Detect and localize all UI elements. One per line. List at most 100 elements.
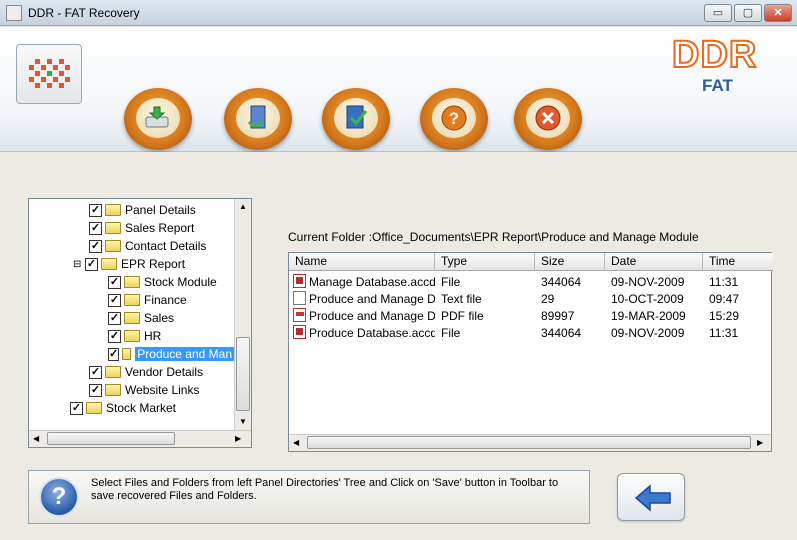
file-time: 11:31 — [709, 275, 739, 289]
checkbox[interactable]: ✓ — [108, 329, 121, 343]
help-button[interactable]: ? — [420, 88, 488, 150]
pdf-file-icon — [293, 308, 306, 322]
checkbox[interactable]: ✓ — [108, 275, 121, 289]
tree-item[interactable]: ✓ Stock Market — [70, 399, 176, 417]
file-type: File — [441, 326, 461, 340]
file-name: Produce and Manage D... — [309, 292, 435, 306]
file-row[interactable]: Produce and Manage D... Text file 29 10-… — [291, 290, 769, 307]
tree-vertical-scrollbar[interactable]: ▲ ▼ — [234, 199, 251, 431]
tree-item[interactable]: ✓ Sales — [108, 309, 174, 327]
checkbox[interactable]: ✓ — [89, 221, 102, 235]
file-row[interactable]: Produce Database.accdb File 344064 09-NO… — [291, 324, 769, 341]
text-file-icon — [293, 291, 306, 305]
current-folder-path: Office_Documents\EPR Report\Produce and … — [372, 230, 699, 244]
scroll-thumb[interactable] — [236, 337, 250, 411]
folder-icon — [105, 240, 121, 252]
file-size: 344064 — [541, 275, 582, 289]
app-logo — [16, 44, 82, 104]
back-button[interactable] — [617, 473, 685, 521]
scroll-thumb[interactable] — [47, 432, 175, 445]
tree-item-label: Stock Market — [106, 401, 177, 415]
tree-item-label: Finance — [144, 293, 187, 307]
checkbox[interactable]: ✓ — [108, 347, 120, 361]
collapse-icon[interactable]: ⊟ — [73, 259, 85, 270]
scroll-thumb[interactable] — [307, 436, 751, 449]
question-icon: ? — [432, 98, 476, 138]
tree-item-label: Stock Module — [144, 275, 217, 289]
tree-horizontal-scrollbar[interactable]: ◀ ▶ — [29, 430, 251, 447]
folder-icon — [105, 366, 121, 378]
tree-item[interactable]: ✓ HR — [108, 327, 161, 345]
tree-item-label: EPR Report — [121, 257, 186, 271]
file-type: File — [441, 275, 461, 289]
column-header-date[interactable]: Date — [605, 253, 703, 271]
file-name: Produce Database.accdb — [309, 326, 435, 340]
arrow-left-icon — [634, 484, 671, 512]
checkbox[interactable]: ✓ — [89, 383, 102, 397]
info-panel: ? Select Files and Folders from left Pan… — [28, 470, 590, 524]
access-db-icon — [293, 274, 306, 288]
book-check-icon — [334, 98, 378, 138]
checkbox[interactable]: ✓ — [108, 311, 121, 325]
tree-item[interactable]: ✓ Contact Details — [89, 237, 206, 255]
minimize-button[interactable]: ▭ — [704, 4, 732, 22]
directory-tree[interactable]: ✓ Panel Details ✓ Sales Report ✓ Contact… — [28, 198, 252, 448]
scroll-right-icon[interactable]: ▶ — [757, 438, 763, 447]
scroll-left-icon[interactable]: ◀ — [33, 434, 39, 443]
file-date: 09-NOV-2009 — [611, 326, 685, 340]
close-button[interactable]: ✕ — [764, 4, 792, 22]
checkbox[interactable]: ✓ — [108, 293, 121, 307]
folder-icon — [105, 204, 121, 216]
file-time: 11:31 — [709, 326, 739, 340]
app-icon — [6, 5, 22, 21]
tree-item-label: Panel Details — [125, 203, 196, 217]
scroll-up-icon[interactable]: ▲ — [239, 202, 247, 211]
tree-item-label: Contact Details — [125, 239, 207, 253]
file-list[interactable]: Name Type Size Date Time Manage Database… — [288, 252, 773, 452]
column-header-size[interactable]: Size — [535, 253, 605, 271]
file-time: 15:29 — [709, 309, 740, 323]
checkbox[interactable]: ✓ — [89, 239, 102, 253]
file-type: Text file — [441, 292, 482, 306]
title-bar: DDR - FAT Recovery ▭ ▢ ✕ — [0, 0, 797, 26]
maximize-button[interactable]: ▢ — [734, 4, 762, 22]
access-db-icon — [293, 325, 306, 339]
column-header-type[interactable]: Type — [435, 253, 535, 271]
file-row[interactable]: Produce and Manage D... PDF file 89997 1… — [291, 307, 769, 324]
tree-item-selected[interactable]: ✓ Produce and Man — [108, 345, 234, 363]
tree-item[interactable]: ✓ Website Links — [89, 381, 199, 399]
scroll-down-icon[interactable]: ▼ — [239, 417, 247, 426]
checkbox[interactable]: ✓ — [70, 401, 83, 415]
scroll-left-icon[interactable]: ◀ — [293, 438, 299, 447]
checkbox[interactable]: ✓ — [89, 203, 102, 217]
file-size: 89997 — [541, 309, 575, 323]
tree-item-label: Vendor Details — [125, 365, 204, 379]
column-header-name[interactable]: Name — [289, 253, 435, 271]
checkbox[interactable]: ✓ — [85, 257, 98, 271]
file-row[interactable]: Manage Database.accdb File 344064 09-NOV… — [291, 273, 769, 290]
brand-name: DDR — [671, 33, 758, 77]
checkbox[interactable]: ✓ — [89, 365, 102, 379]
folder-icon — [124, 312, 140, 324]
tree-item[interactable]: ⊟ ✓ EPR Report — [73, 255, 185, 273]
folder-icon — [105, 384, 121, 396]
tree-item[interactable]: ✓ Finance — [108, 291, 187, 309]
tree-item[interactable]: ✓ Sales Report — [89, 219, 194, 237]
folder-icon — [86, 402, 102, 414]
exit-button[interactable] — [514, 88, 582, 150]
info-text: Select Files and Folders from left Panel… — [91, 477, 559, 502]
about-button[interactable] — [322, 88, 390, 150]
file-list-horizontal-scrollbar[interactable]: ◀ ▶ — [289, 434, 771, 451]
scroll-right-icon[interactable]: ▶ — [235, 434, 241, 443]
tree-item[interactable]: ✓ Panel Details — [89, 201, 196, 219]
open-button[interactable] — [224, 88, 292, 150]
folder-icon — [124, 294, 140, 306]
file-date: 19-MAR-2009 — [611, 309, 686, 323]
tree-item[interactable]: ✓ Vendor Details — [89, 363, 203, 381]
save-button[interactable] — [124, 88, 192, 150]
tree-item[interactable]: ✓ Stock Module — [108, 273, 217, 291]
file-date: 09-NOV-2009 — [611, 275, 685, 289]
save-drive-icon — [136, 98, 180, 138]
close-x-icon — [526, 98, 570, 138]
column-header-time[interactable]: Time — [703, 253, 773, 271]
